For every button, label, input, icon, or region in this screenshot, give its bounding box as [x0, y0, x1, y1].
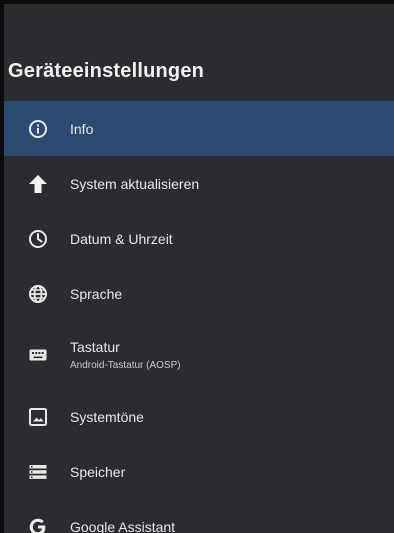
- menu-item-label: Sprache: [70, 285, 123, 302]
- keyboard-icon: [27, 344, 49, 366]
- clock-icon: [27, 228, 49, 250]
- settings-list: Info System aktualisieren Datum & Uhrzei…: [4, 101, 394, 533]
- menu-item-label: Tastatur: [70, 338, 120, 355]
- menu-item-label: Speicher: [70, 463, 126, 480]
- storage-icon: [27, 461, 49, 483]
- menu-item-label: Datum & Uhrzeit: [70, 230, 173, 247]
- menu-item-sublabel: Android-Tastatur (AOSP): [70, 359, 181, 371]
- page-title: Geräteeinstellungen: [8, 60, 205, 82]
- info-icon: [27, 118, 49, 140]
- menu-item-system-sounds[interactable]: Systemtöne: [4, 389, 394, 444]
- arrow-up-icon: [27, 173, 49, 195]
- globe-icon: [27, 283, 49, 305]
- image-icon: [27, 406, 49, 428]
- menu-item-label: Systemtöne: [70, 408, 144, 425]
- menu-item-system-update[interactable]: System aktualisieren: [4, 156, 394, 211]
- menu-item-date-time[interactable]: Datum & Uhrzeit: [4, 211, 394, 266]
- menu-item-google-assistant[interactable]: Google Assistant: [4, 499, 394, 533]
- menu-item-label: Google Assistant: [70, 518, 176, 533]
- google-icon: [27, 516, 49, 533]
- menu-item-info[interactable]: Info: [4, 101, 394, 156]
- menu-item-keyboard[interactable]: Tastatur Android-Tastatur (AOSP): [4, 321, 394, 389]
- settings-panel: Geräteeinstellungen Info System aktualis…: [4, 4, 394, 533]
- menu-item-label: Info: [70, 120, 94, 137]
- menu-item-language[interactable]: Sprache: [4, 266, 394, 321]
- menu-item-label: System aktualisieren: [70, 175, 200, 192]
- menu-item-storage[interactable]: Speicher: [4, 444, 394, 499]
